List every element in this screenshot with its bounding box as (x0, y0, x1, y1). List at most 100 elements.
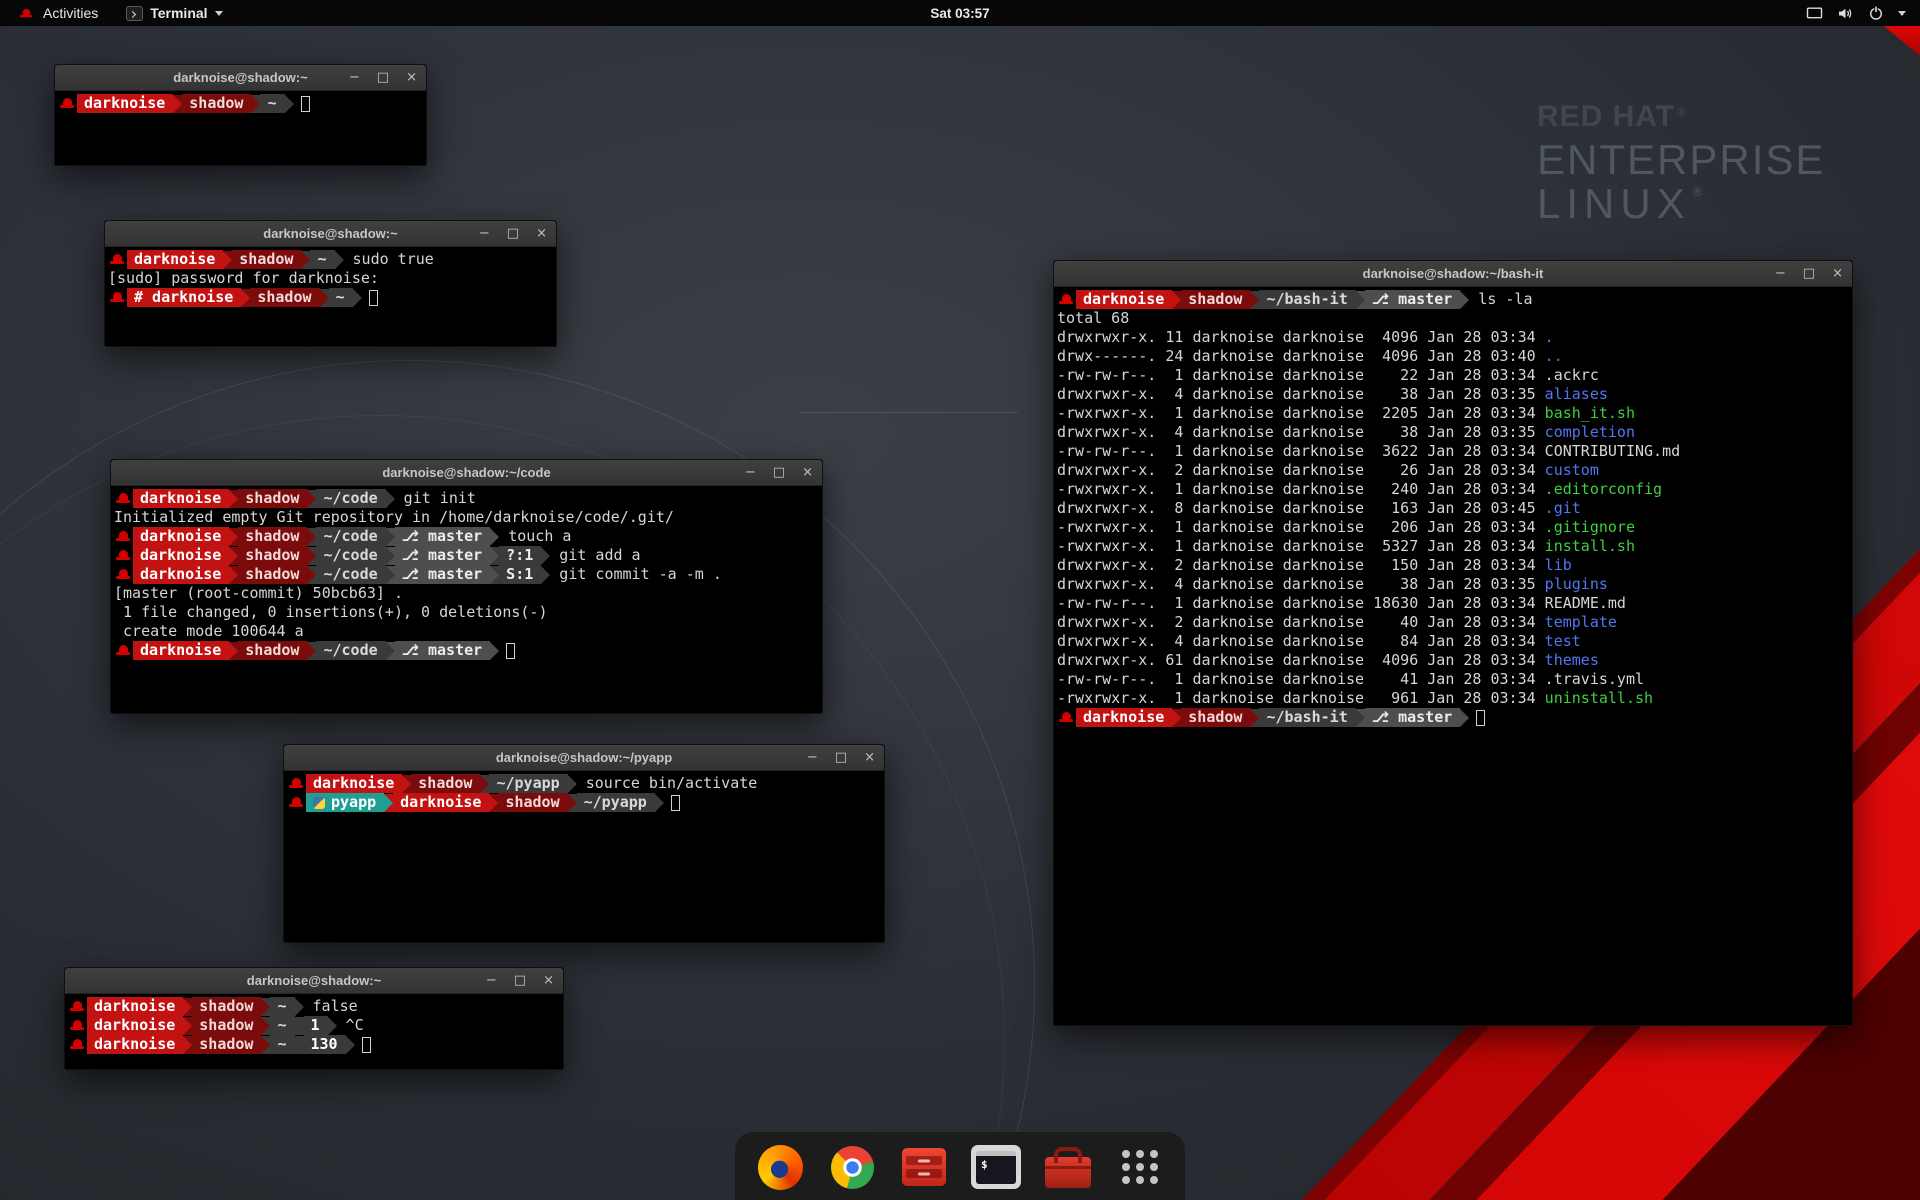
clock[interactable]: Sat 03:57 (930, 6, 989, 21)
terminal-text: custom (1545, 461, 1599, 480)
firefox-icon (758, 1145, 803, 1190)
dock-item-show-applications[interactable] (1113, 1140, 1167, 1194)
prompt-segment: ~ (260, 94, 284, 113)
system-menu[interactable] (1806, 0, 1910, 26)
close-button[interactable]: × (864, 751, 875, 764)
files-icon (902, 1148, 946, 1186)
prompt-segment: 1 (304, 1016, 328, 1035)
terminal-content[interactable]: darknoiseshadow~ sudo true[sudo] passwor… (105, 247, 556, 346)
dock-item-terminal[interactable]: $ (969, 1140, 1023, 1194)
powerline-separator (335, 251, 344, 269)
maximize-button[interactable]: □ (773, 466, 785, 479)
powerline-separator (241, 289, 250, 307)
prompt-segment: ⎇ master (395, 565, 491, 584)
window-titlebar[interactable]: darknoise@shadow:~/code − □ × (111, 460, 822, 486)
terminal-line: darknoiseshadow~/pyapp source bin/activa… (287, 774, 881, 793)
terminal-content[interactable]: darknoiseshadow~/pyapp source bin/activa… (284, 771, 884, 942)
close-button[interactable]: × (543, 974, 554, 987)
maximize-button[interactable]: □ (514, 974, 526, 987)
terminal-text: touch a (499, 527, 571, 546)
prompt-segment: shadow (1181, 708, 1250, 727)
app-menu-terminal[interactable]: Terminal (119, 0, 229, 26)
activities-button[interactable]: Activities (10, 0, 105, 26)
prompt-segment: darknoise (133, 565, 229, 584)
terminal-content[interactable]: darknoiseshadow~/bash-it⎇ master ls -lat… (1054, 287, 1852, 1025)
powerline-separator (261, 1017, 270, 1035)
terminal-text: [sudo] password for darknoise: (108, 269, 379, 288)
redhat-logo-icon (19, 7, 33, 20)
prompt-segment: pyapp (306, 793, 384, 812)
dock-item-toolbox[interactable] (1041, 1140, 1095, 1194)
powerline-separator (295, 998, 304, 1016)
powerline-separator (568, 794, 577, 812)
dock-item-chrome[interactable] (825, 1140, 879, 1194)
terminal-window-sudo[interactable]: darknoise@shadow:~ − □ × darknoiseshadow… (104, 220, 557, 347)
prompt-segment: shadow (498, 793, 567, 812)
powerline-separator (386, 642, 395, 660)
powerline-separator (183, 1036, 192, 1054)
window-titlebar[interactable]: darknoise@shadow:~ − □ × (105, 221, 556, 247)
desktop: RED HAT® ENTERPRISE LINUX® Activities Te… (0, 0, 1920, 1200)
chrome-icon (831, 1146, 874, 1189)
minimize-button[interactable]: − (479, 227, 490, 240)
wallpaper-line (800, 412, 1018, 413)
window-buttons: − □ × (479, 221, 547, 246)
terminal-line: darknoiseshadow~/code⎇ master?:1 git add… (114, 546, 819, 565)
terminal-line: -rwxrwxr-x. 1 darknoise darknoise 206 Ja… (1057, 518, 1849, 537)
minimize-button[interactable]: − (486, 974, 497, 987)
terminal-line: drwxrwxr-x. 4 darknoise darknoise 84 Jan… (1057, 632, 1849, 651)
redhat-prompt-icon (69, 1037, 85, 1052)
terminal-icon-screen: $ (976, 1151, 1016, 1184)
terminal-content[interactable]: darknoiseshadow~ (55, 91, 426, 165)
activities-label: Activities (43, 5, 98, 21)
dock-item-firefox[interactable] (753, 1140, 807, 1194)
powerline-separator (173, 95, 182, 113)
redhat-prompt-icon (115, 548, 131, 563)
redhat-prompt-icon (69, 999, 85, 1014)
terminal-window-pyapp[interactable]: darknoise@shadow:~/pyapp − □ × darknoise… (283, 744, 885, 943)
close-button[interactable]: × (406, 71, 417, 84)
maximize-button[interactable]: □ (1803, 267, 1815, 280)
minimize-button[interactable]: − (1775, 267, 1786, 280)
terminal-window-home-1[interactable]: darknoise@shadow:~ − □ × darknoiseshadow… (54, 64, 427, 166)
terminal-content[interactable]: darknoiseshadow~ falsedarknoiseshadow~1 … (65, 994, 563, 1069)
registered-mark: ® (1677, 105, 1686, 119)
terminal-text: -rwxrwxr-x. 1 darknoise darknoise 2205 J… (1057, 404, 1545, 423)
terminal-cursor (671, 795, 680, 811)
minimize-button[interactable]: − (807, 751, 818, 764)
window-titlebar[interactable]: darknoise@shadow:~ − □ × (65, 968, 563, 994)
terminal-cursor (506, 643, 515, 659)
terminal-window-code[interactable]: darknoise@shadow:~/code − □ × darknoises… (110, 459, 823, 714)
minimize-button[interactable]: − (349, 71, 360, 84)
window-title: darknoise@shadow:~/bash-it (1363, 266, 1544, 281)
window-titlebar[interactable]: darknoise@shadow:~/pyapp − □ × (284, 745, 884, 771)
terminal-window-home-2[interactable]: darknoise@shadow:~ − □ × darknoiseshadow… (64, 967, 564, 1070)
close-button[interactable]: × (1832, 267, 1843, 280)
close-button[interactable]: × (802, 466, 813, 479)
close-button[interactable]: × (536, 227, 547, 240)
terminal-line: drwxrwxr-x. 4 darknoise darknoise 38 Jan… (1057, 423, 1849, 442)
terminal-line: darknoiseshadow~/code⎇ master (114, 641, 819, 660)
dock-item-files[interactable] (897, 1140, 951, 1194)
terminal-text: template (1545, 613, 1617, 632)
powerline-separator (346, 1036, 355, 1054)
terminal-text: sudo true (344, 250, 434, 269)
prompt-segment: shadow (1181, 290, 1250, 309)
prompt-segment: shadow (238, 489, 307, 508)
maximize-button[interactable]: □ (507, 227, 519, 240)
powerline-separator (320, 289, 329, 307)
prompt-segment: S:1 (499, 565, 541, 584)
minimize-button[interactable]: − (745, 466, 756, 479)
terminal-text: drwxrwxr-x. 2 darknoise darknoise 40 Jan… (1057, 613, 1545, 632)
window-titlebar[interactable]: darknoise@shadow:~/bash-it − □ × (1054, 261, 1852, 287)
terminal-text: test (1545, 632, 1581, 651)
powerline-separator (261, 998, 270, 1016)
maximize-button[interactable]: □ (835, 751, 847, 764)
prompt-segment: ⎇ master (1365, 708, 1461, 727)
terminal-content[interactable]: darknoiseshadow~/code git initInitialize… (111, 486, 822, 713)
brand-linux: LINUX® (1537, 182, 1825, 226)
window-titlebar[interactable]: darknoise@shadow:~ − □ × (55, 65, 426, 91)
maximize-button[interactable]: □ (377, 71, 389, 84)
terminal-line: darknoiseshadow~1 ^C (68, 1016, 560, 1035)
terminal-window-bash-it[interactable]: darknoise@shadow:~/bash-it − □ × darknoi… (1053, 260, 1853, 1026)
